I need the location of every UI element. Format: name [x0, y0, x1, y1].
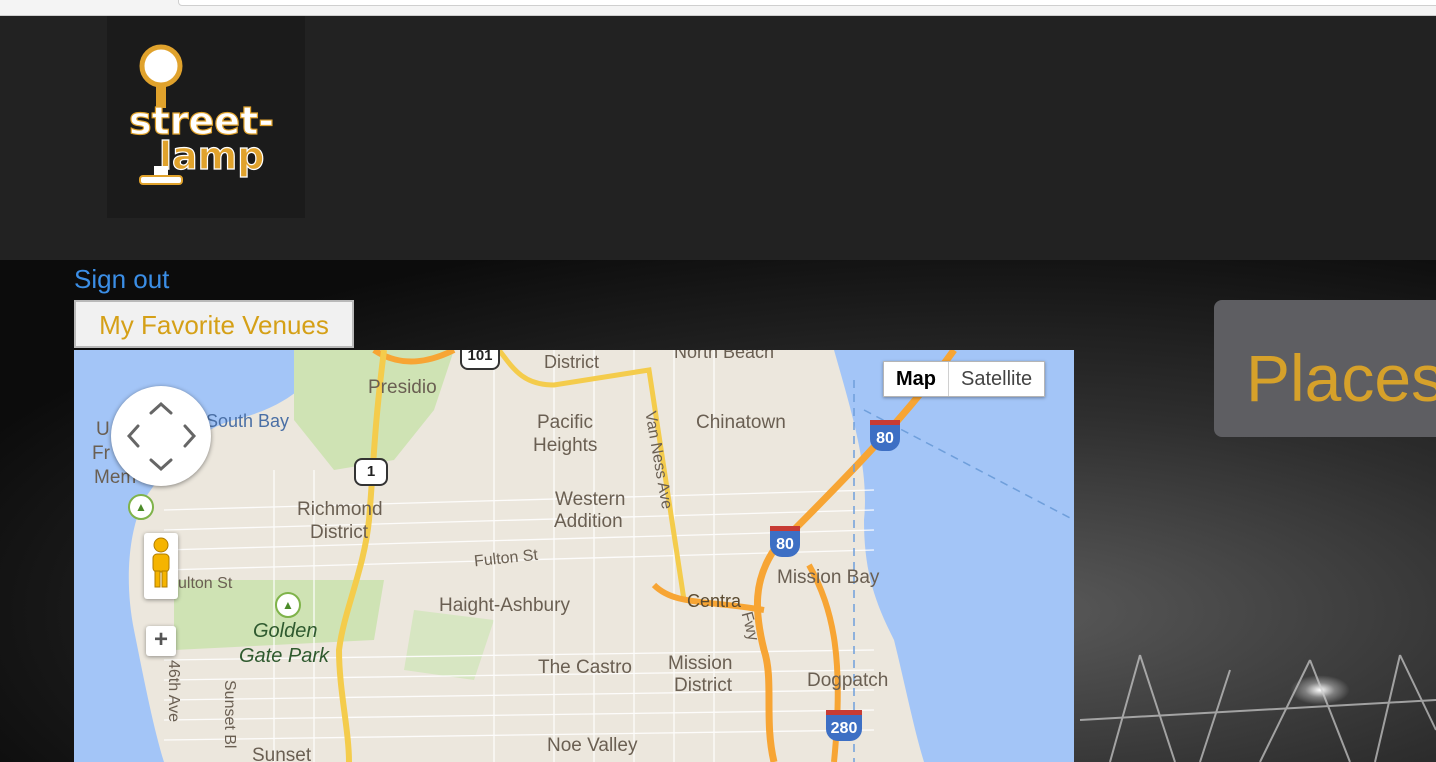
- map-label-noe-valley: Noe Valley: [547, 735, 638, 756]
- map-label-fulton-2: ulton St: [178, 575, 233, 592]
- map-label-haight: Haight-Ashbury: [439, 595, 570, 616]
- map-label-frag-u: U: [96, 419, 110, 440]
- interstate-80-shield: 80: [870, 420, 900, 451]
- map-label-dogpatch: Dogpatch: [807, 670, 889, 691]
- map-label-mission-2: District: [674, 675, 733, 696]
- streetlamp-logo[interactable]: street- lamp: [107, 16, 305, 218]
- interstate-80-shield-2: 80: [770, 526, 800, 557]
- pan-control[interactable]: [111, 386, 211, 486]
- address-bar[interactable]: [178, 0, 1436, 6]
- map-label-golden-2: Gate Park: [239, 645, 330, 667]
- places-panel: Places: [1214, 300, 1436, 437]
- map-label-chinatown: Chinatown: [696, 412, 786, 433]
- zoom-in-button[interactable]: +: [146, 626, 176, 656]
- map-label-pacific-1: Pacific: [537, 412, 593, 433]
- park-tree-icon-2: ▲: [275, 592, 301, 618]
- map-label-46th-ave: 46th Ave: [165, 660, 182, 722]
- sign-out-link[interactable]: Sign out: [74, 264, 169, 295]
- map-label-mission-bay: Mission Bay: [777, 567, 880, 588]
- map-label-mission-1: Mission: [668, 653, 733, 674]
- map-type-control: Map Satellite: [883, 361, 1046, 397]
- map-label-frag-fr: Fr: [92, 443, 110, 464]
- map-type-map-button[interactable]: Map: [884, 362, 949, 396]
- map-label-south-bay: South Bay: [206, 411, 290, 431]
- map-label-richmond-1: Richmond: [297, 499, 383, 520]
- pan-arrows-icon: [126, 401, 197, 472]
- favorite-venues-button[interactable]: My Favorite Venues: [74, 300, 354, 348]
- interstate-280-shield: 280: [826, 710, 862, 741]
- map-label-sunset: Sunset: [252, 745, 312, 762]
- places-title: Places: [1246, 341, 1436, 415]
- map-label-pacific-2: Heights: [533, 435, 598, 456]
- street-view-pegman-icon[interactable]: [144, 533, 178, 599]
- map-label-presidio: Presidio: [368, 377, 437, 398]
- map-label-western-1: Western: [555, 489, 626, 510]
- us-101-shield: 101: [460, 350, 500, 370]
- streetlamp-logo-mark: street- lamp: [128, 44, 275, 185]
- browser-chrome-strip: [0, 0, 1436, 16]
- pegman-figure-icon: [152, 537, 170, 588]
- map-label-golden-1: Golden: [253, 620, 318, 642]
- site-header: street- lamp: [0, 16, 1436, 260]
- map-label-north-beach: North Beach: [674, 350, 775, 362]
- map-label-central-fwy-1: Centra: [687, 591, 742, 611]
- map-label-castro: The Castro: [538, 657, 632, 678]
- map-type-satellite-button[interactable]: Satellite: [949, 362, 1045, 396]
- google-map[interactable]: District North Beach Presidio South Bay …: [74, 350, 1074, 762]
- park-tree-icon: ▲: [128, 494, 154, 520]
- map-label-sunset-blvd: Sunset Bl: [221, 680, 238, 749]
- map-label-western-2: Addition: [554, 511, 623, 532]
- map-label-richmond-2: District: [310, 522, 369, 543]
- svg-text:lamp: lamp: [159, 134, 264, 178]
- ca-1-shield: 1: [354, 458, 388, 486]
- map-label-district-top: District: [544, 352, 599, 372]
